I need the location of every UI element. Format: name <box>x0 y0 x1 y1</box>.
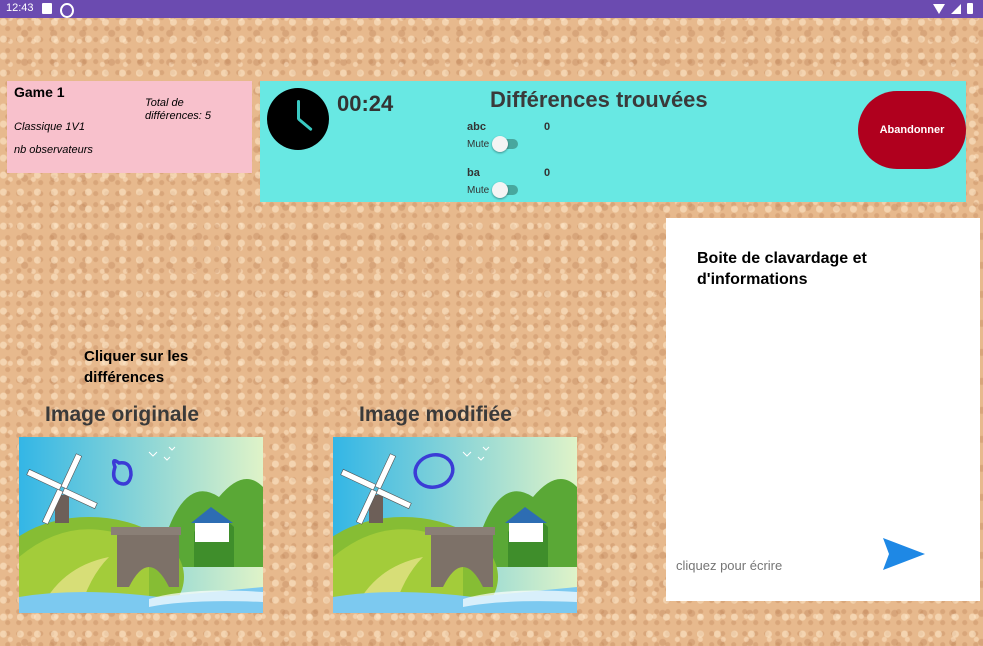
chat-title: Boite de clavardage et d'informations <box>697 250 867 288</box>
player-name: abc <box>467 121 486 133</box>
player-score: 0 <box>544 121 551 133</box>
game-mode: Classique 1V1 <box>14 121 85 133</box>
modified-image-label: Image modifiée <box>359 403 512 426</box>
total-differences: Total de différences: 5 <box>145 97 212 122</box>
chat-panel: Boite de clavardage et d'informations <box>666 218 980 601</box>
signal-icon <box>951 4 961 14</box>
clock-icon <box>267 88 329 150</box>
send-icon[interactable] <box>883 536 925 572</box>
differences-found-title: Différences trouvées <box>490 87 708 112</box>
chat-input[interactable] <box>674 554 878 576</box>
battery-icon <box>967 3 973 14</box>
game-title: Game 1 <box>14 84 65 100</box>
sync-icon <box>60 3 74 18</box>
original-image-label: Image originale <box>45 403 200 426</box>
abandon-button[interactable]: Abandonner <box>858 91 966 169</box>
player-score: 0 <box>544 167 551 179</box>
wifi-icon <box>933 4 945 14</box>
timer: 00:24 <box>337 91 394 116</box>
game-status-bar: 00:24 Différences trouvées abc 0 Mute ba… <box>260 81 966 202</box>
status-time: 12:43 <box>6 2 34 14</box>
original-image[interactable] <box>19 437 263 613</box>
mute-toggle[interactable] <box>492 136 518 152</box>
instruction-text: Cliquer sur les différences <box>84 348 189 386</box>
observers-count: nb observateurs <box>14 144 93 156</box>
player-name: ba <box>467 167 480 179</box>
modified-image[interactable] <box>333 437 577 613</box>
game-info-card: Game 1 Total de différences: 5 Classique… <box>7 81 252 173</box>
mute-toggle[interactable] <box>492 182 518 198</box>
sim-card-icon <box>42 3 52 14</box>
mute-label: Mute <box>467 139 490 150</box>
mute-label: Mute <box>467 185 490 196</box>
status-bar: 12:43 <box>0 0 983 18</box>
